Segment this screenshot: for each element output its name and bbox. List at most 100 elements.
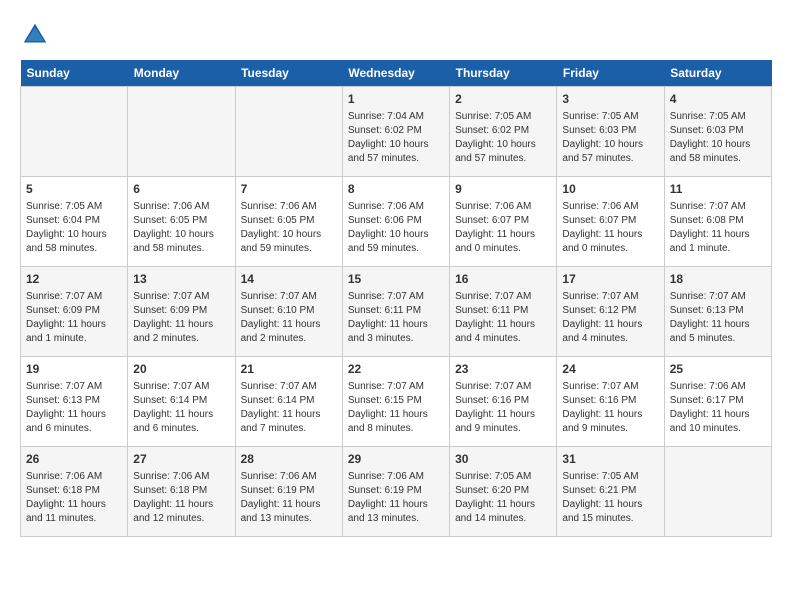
calendar-cell: 8 Sunrise: 7:06 AM Sunset: 6:06 PM Daylig… xyxy=(342,177,449,267)
calendar-table: SundayMondayTuesdayWednesdayThursdayFrid… xyxy=(20,60,772,537)
day-info: Sunrise: 7:07 AM Sunset: 6:14 PM Dayligh… xyxy=(133,380,229,436)
weekday-header-wednesday: Wednesday xyxy=(342,60,449,87)
calendar-cell: 6 Sunrise: 7:06 AM Sunset: 6:05 PM Daylig… xyxy=(128,177,235,267)
calendar-cell: 28 Sunrise: 7:06 AM Sunset: 6:19 PM Dayli… xyxy=(235,447,342,537)
calendar-cell: 19 Sunrise: 7:07 AM Sunset: 6:13 PM Dayli… xyxy=(21,357,128,447)
calendar-cell: 13 Sunrise: 7:07 AM Sunset: 6:09 PM Dayli… xyxy=(128,267,235,357)
day-info: Sunrise: 7:06 AM Sunset: 6:05 PM Dayligh… xyxy=(133,200,229,256)
day-info: Sunrise: 7:07 AM Sunset: 6:13 PM Dayligh… xyxy=(26,380,122,436)
day-info: Sunrise: 7:07 AM Sunset: 6:14 PM Dayligh… xyxy=(241,380,337,436)
calendar-cell: 24 Sunrise: 7:07 AM Sunset: 6:16 PM Dayli… xyxy=(557,357,664,447)
day-info: Sunrise: 7:07 AM Sunset: 6:09 PM Dayligh… xyxy=(133,290,229,346)
weekday-header-tuesday: Tuesday xyxy=(235,60,342,87)
calendar-cell: 29Sunrise: 7:06 AM Sunset: 6:19 PM Dayli… xyxy=(342,447,449,537)
day-info: Sunrise: 7:05 AM Sunset: 6:03 PM Dayligh… xyxy=(670,110,766,166)
calendar-body: 1 Sunrise: 7:04 AM Sunset: 6:02 PM Daylig… xyxy=(21,87,772,537)
day-info: Sunrise: 7:06 AM Sunset: 6:18 PM Dayligh… xyxy=(26,470,122,526)
day-info: Sunrise: 7:07 AM Sunset: 6:15 PM Dayligh… xyxy=(348,380,444,436)
day-info: Sunrise: 7:07 AM Sunset: 6:09 PM Dayligh… xyxy=(26,290,122,346)
day-number: 6 xyxy=(133,181,229,198)
day-number: 15 xyxy=(348,271,444,288)
logo-icon xyxy=(20,20,50,50)
day-info: Sunrise: 7:06 AM Sunset: 6:19 PM Dayligh… xyxy=(348,470,444,526)
calendar-cell: 23Sunrise: 7:07 AM Sunset: 6:16 PM Dayli… xyxy=(450,357,557,447)
day-number: 5 xyxy=(26,181,122,198)
day-number: 2 xyxy=(455,91,551,108)
calendar-cell: 9Sunrise: 7:06 AM Sunset: 6:07 PM Daylig… xyxy=(450,177,557,267)
day-number: 13 xyxy=(133,271,229,288)
calendar-cell: 20Sunrise: 7:07 AM Sunset: 6:14 PM Dayli… xyxy=(128,357,235,447)
calendar-cell: 10 Sunrise: 7:06 AM Sunset: 6:07 PM Dayli… xyxy=(557,177,664,267)
day-number: 31 xyxy=(562,451,658,468)
day-info: Sunrise: 7:05 AM Sunset: 6:02 PM Dayligh… xyxy=(455,110,551,166)
day-number: 24 xyxy=(562,361,658,378)
calendar-cell: 5 Sunrise: 7:05 AM Sunset: 6:04 PM Daylig… xyxy=(21,177,128,267)
day-number: 18 xyxy=(670,271,766,288)
day-number: 1 xyxy=(348,91,444,108)
day-number: 17 xyxy=(562,271,658,288)
calendar-cell: 12 Sunrise: 7:07 AM Sunset: 6:09 PM Dayli… xyxy=(21,267,128,357)
calendar-week-3: 12 Sunrise: 7:07 AM Sunset: 6:09 PM Dayli… xyxy=(21,267,772,357)
day-number: 27 xyxy=(133,451,229,468)
day-info: Sunrise: 7:04 AM Sunset: 6:02 PM Dayligh… xyxy=(348,110,444,166)
calendar-cell: 22 Sunrise: 7:07 AM Sunset: 6:15 PM Dayli… xyxy=(342,357,449,447)
day-info: Sunrise: 7:07 AM Sunset: 6:12 PM Dayligh… xyxy=(562,290,658,346)
day-number: 19 xyxy=(26,361,122,378)
day-number: 30 xyxy=(455,451,551,468)
day-info: Sunrise: 7:06 AM Sunset: 6:17 PM Dayligh… xyxy=(670,380,766,436)
day-info: Sunrise: 7:07 AM Sunset: 6:16 PM Dayligh… xyxy=(455,380,551,436)
calendar-cell: 26 Sunrise: 7:06 AM Sunset: 6:18 PM Dayli… xyxy=(21,447,128,537)
calendar-week-2: 5 Sunrise: 7:05 AM Sunset: 6:04 PM Daylig… xyxy=(21,177,772,267)
weekday-header-monday: Monday xyxy=(128,60,235,87)
calendar-week-1: 1 Sunrise: 7:04 AM Sunset: 6:02 PM Daylig… xyxy=(21,87,772,177)
weekday-header-row: SundayMondayTuesdayWednesdayThursdayFrid… xyxy=(21,60,772,87)
day-number: 3 xyxy=(562,91,658,108)
day-info: Sunrise: 7:05 AM Sunset: 6:20 PM Dayligh… xyxy=(455,470,551,526)
calendar-cell xyxy=(235,87,342,177)
calendar-cell: 17 Sunrise: 7:07 AM Sunset: 6:12 PM Dayli… xyxy=(557,267,664,357)
day-info: Sunrise: 7:06 AM Sunset: 6:07 PM Dayligh… xyxy=(455,200,551,256)
calendar-cell xyxy=(21,87,128,177)
day-number: 7 xyxy=(241,181,337,198)
calendar-cell: 1 Sunrise: 7:04 AM Sunset: 6:02 PM Daylig… xyxy=(342,87,449,177)
weekday-header-friday: Friday xyxy=(557,60,664,87)
day-number: 16 xyxy=(455,271,551,288)
calendar-cell: 4 Sunrise: 7:05 AM Sunset: 6:03 PM Daylig… xyxy=(664,87,771,177)
day-info: Sunrise: 7:07 AM Sunset: 6:11 PM Dayligh… xyxy=(455,290,551,346)
calendar-cell: 2 Sunrise: 7:05 AM Sunset: 6:02 PM Daylig… xyxy=(450,87,557,177)
weekday-header-saturday: Saturday xyxy=(664,60,771,87)
day-info: Sunrise: 7:06 AM Sunset: 6:06 PM Dayligh… xyxy=(348,200,444,256)
day-info: Sunrise: 7:06 AM Sunset: 6:19 PM Dayligh… xyxy=(241,470,337,526)
day-number: 21 xyxy=(241,361,337,378)
day-info: Sunrise: 7:07 AM Sunset: 6:11 PM Dayligh… xyxy=(348,290,444,346)
day-number: 8 xyxy=(348,181,444,198)
calendar-cell: 7Sunrise: 7:06 AM Sunset: 6:05 PM Daylig… xyxy=(235,177,342,267)
day-number: 4 xyxy=(670,91,766,108)
day-info: Sunrise: 7:07 AM Sunset: 6:13 PM Dayligh… xyxy=(670,290,766,346)
day-number: 26 xyxy=(26,451,122,468)
day-info: Sunrise: 7:05 AM Sunset: 6:04 PM Dayligh… xyxy=(26,200,122,256)
calendar-cell xyxy=(128,87,235,177)
day-info: Sunrise: 7:06 AM Sunset: 6:18 PM Dayligh… xyxy=(133,470,229,526)
day-info: Sunrise: 7:07 AM Sunset: 6:10 PM Dayligh… xyxy=(241,290,337,346)
logo xyxy=(20,20,54,50)
calendar-cell: 18 Sunrise: 7:07 AM Sunset: 6:13 PM Dayli… xyxy=(664,267,771,357)
day-info: Sunrise: 7:07 AM Sunset: 6:08 PM Dayligh… xyxy=(670,200,766,256)
calendar-week-4: 19 Sunrise: 7:07 AM Sunset: 6:13 PM Dayli… xyxy=(21,357,772,447)
day-number: 14 xyxy=(241,271,337,288)
day-number: 12 xyxy=(26,271,122,288)
day-info: Sunrise: 7:07 AM Sunset: 6:16 PM Dayligh… xyxy=(562,380,658,436)
day-info: Sunrise: 7:05 AM Sunset: 6:21 PM Dayligh… xyxy=(562,470,658,526)
day-number: 25 xyxy=(670,361,766,378)
day-number: 22 xyxy=(348,361,444,378)
day-info: Sunrise: 7:06 AM Sunset: 6:07 PM Dayligh… xyxy=(562,200,658,256)
calendar-cell: 11Sunrise: 7:07 AM Sunset: 6:08 PM Dayli… xyxy=(664,177,771,267)
day-number: 28 xyxy=(241,451,337,468)
weekday-header-thursday: Thursday xyxy=(450,60,557,87)
day-info: Sunrise: 7:05 AM Sunset: 6:03 PM Dayligh… xyxy=(562,110,658,166)
day-number: 10 xyxy=(562,181,658,198)
calendar-cell: 31 Sunrise: 7:05 AM Sunset: 6:21 PM Dayli… xyxy=(557,447,664,537)
page-header xyxy=(20,20,772,50)
calendar-cell: 16 Sunrise: 7:07 AM Sunset: 6:11 PM Dayli… xyxy=(450,267,557,357)
calendar-week-5: 26 Sunrise: 7:06 AM Sunset: 6:18 PM Dayli… xyxy=(21,447,772,537)
